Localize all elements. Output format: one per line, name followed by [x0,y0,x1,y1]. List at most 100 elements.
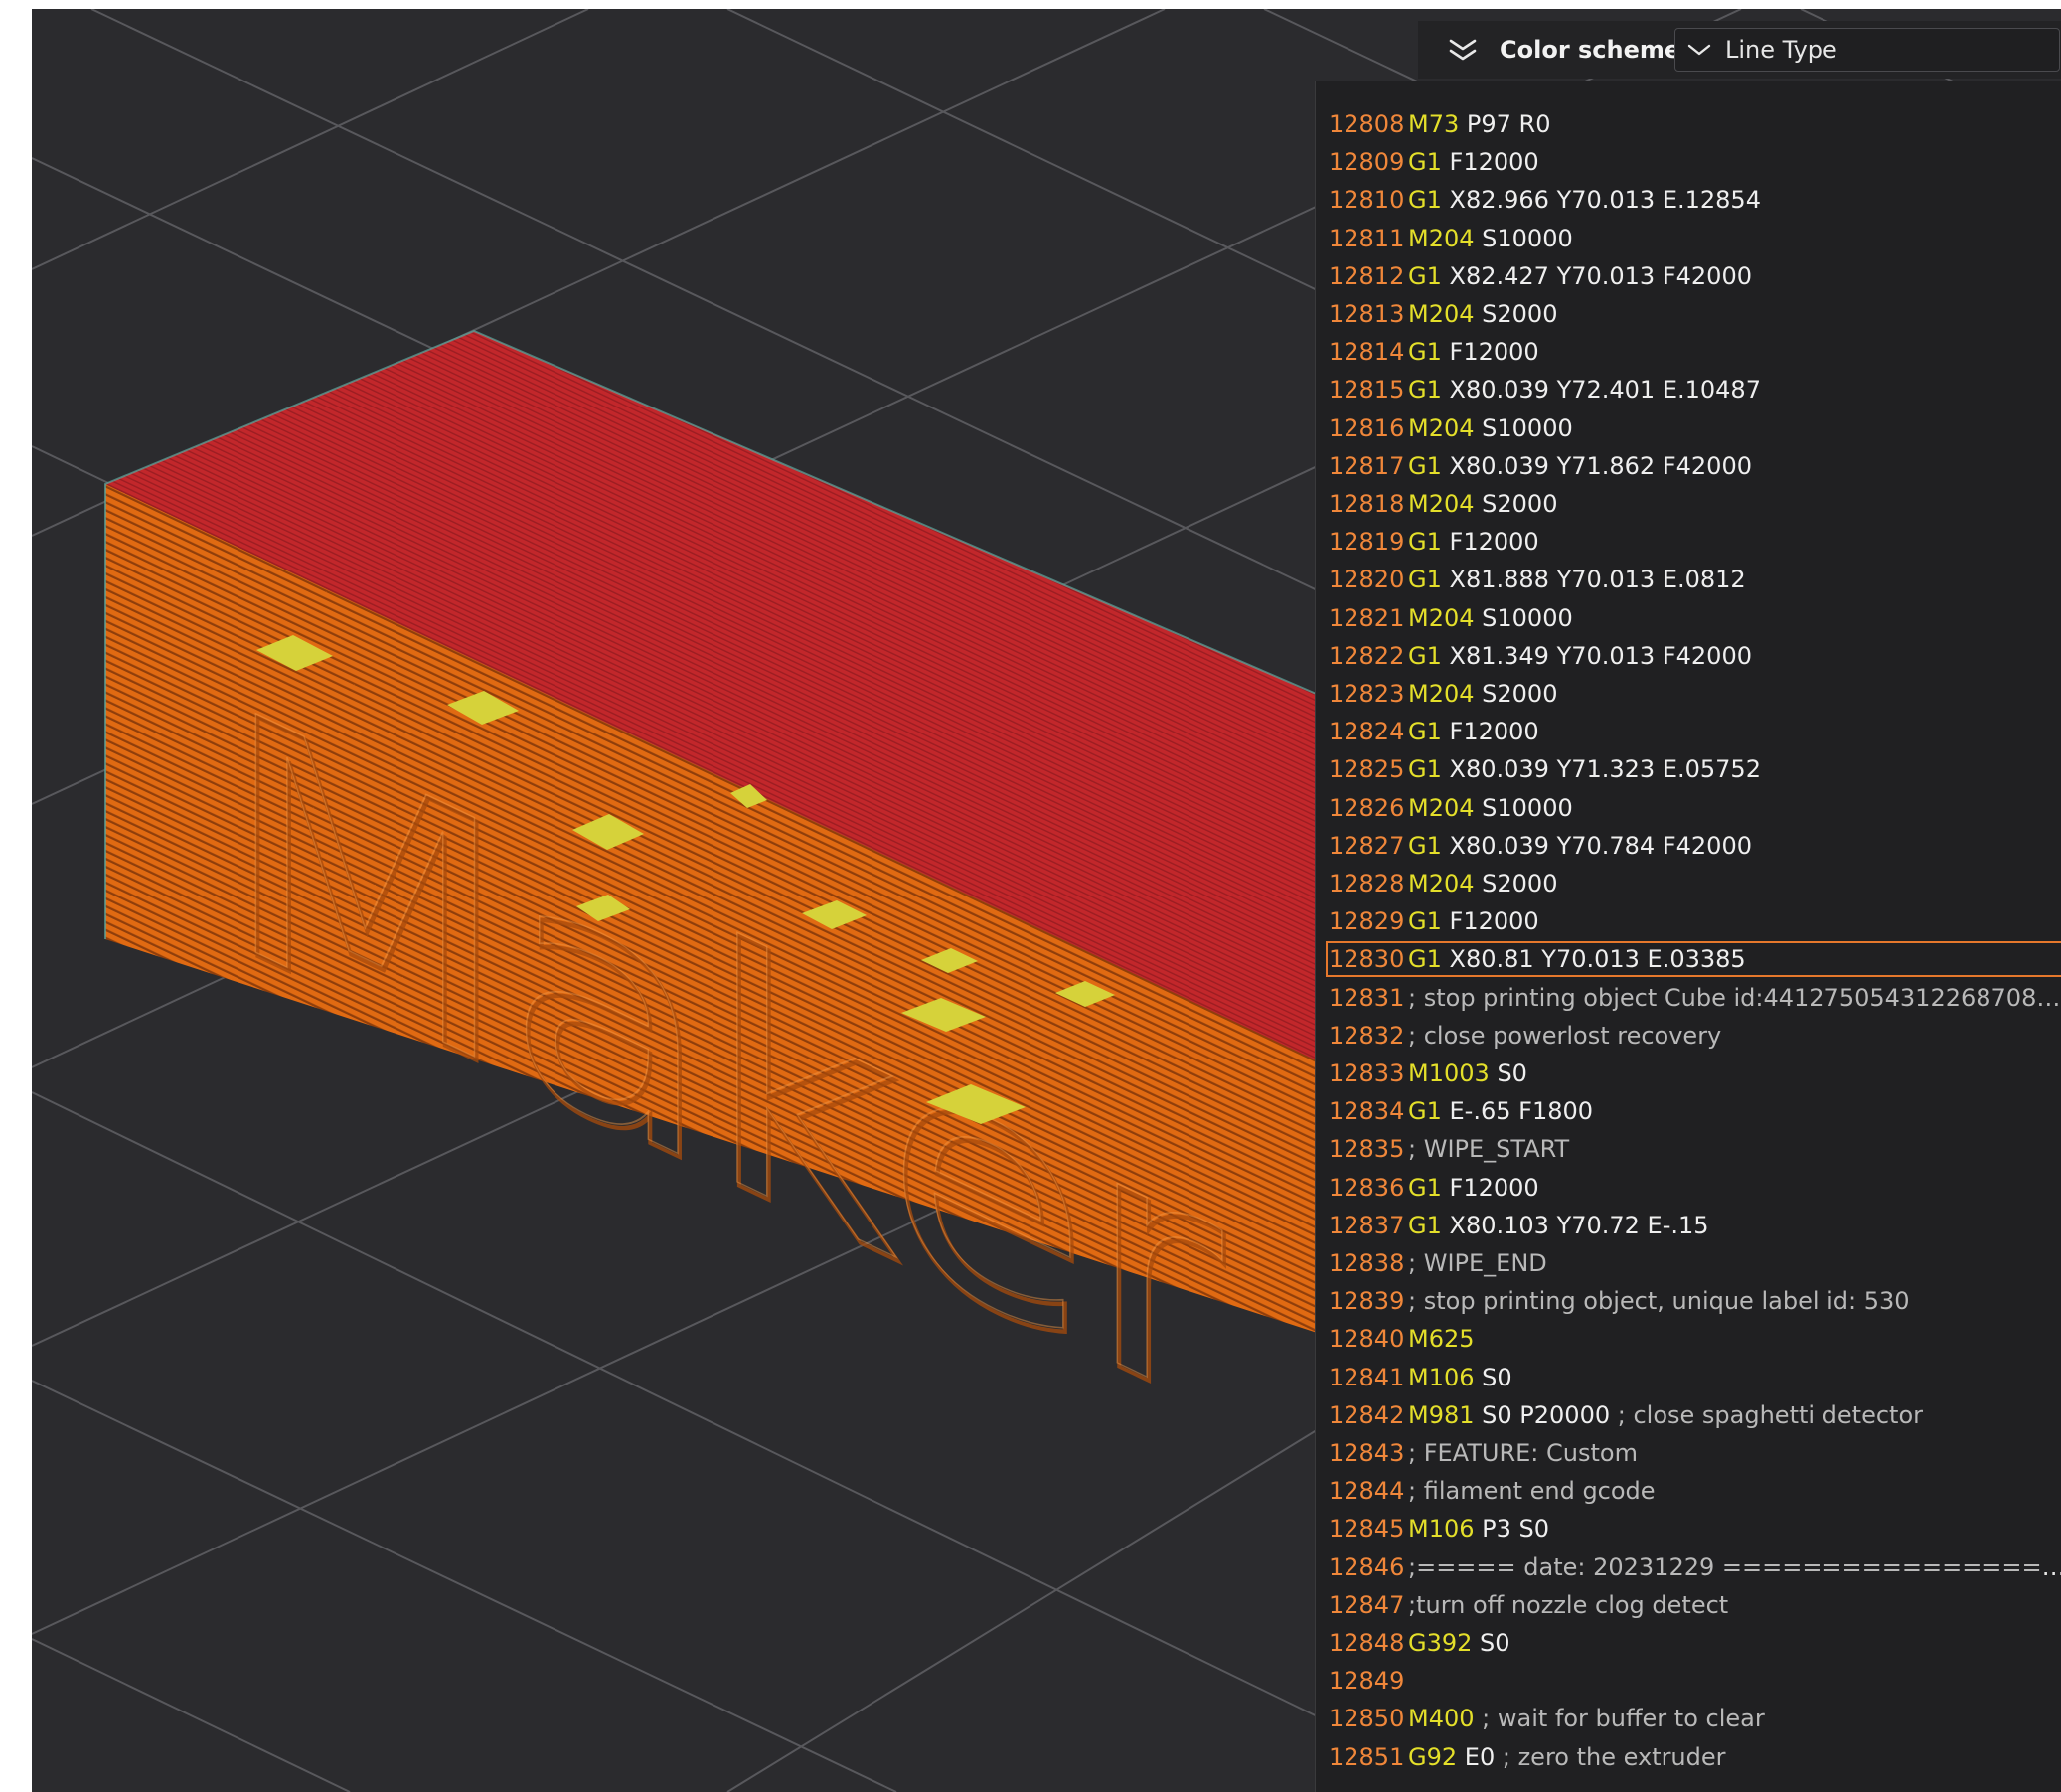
3d-preview-viewport[interactable]: Maker Maker Color scheme Line Type 12808… [32,9,2061,1792]
color-scheme-label: Color scheme [1500,36,1681,64]
gcode-comment: ;turn off nozzle clog detect [1408,1590,1729,1619]
gcode-arguments: F12000 [1449,528,1539,557]
gcode-line-number: 12831 [1329,983,1405,1012]
collapse-button[interactable] [1446,33,1480,67]
gcode-line[interactable]: 12825 G1 X80.039 Y71.323 E.05752 [1326,751,2061,787]
gcode-line[interactable]: 12821 M204 S10000 [1326,600,2061,636]
gcode-line[interactable]: 12814 G1 F12000 [1326,334,2061,370]
gcode-command: M204 [1408,793,1475,822]
gcode-arguments: S2000 [1482,300,1558,328]
gcode-line[interactable]: 12842 M981 S0 P20000 ; close spaghetti de… [1326,1397,2061,1433]
gcode-line-number: 12817 [1329,451,1405,480]
gcode-arguments: S10000 [1482,413,1573,442]
gcode-command: G92 [1408,1742,1458,1771]
gcode-arguments: X80.039 Y72.401 E.10487 [1449,376,1761,405]
gcode-line[interactable]: 12846 ;===== date: 20231229 =============… [1326,1549,2061,1585]
gcode-command: G1 [1408,945,1442,974]
gcode-command: M204 [1408,680,1475,708]
gcode-command: M73 [1408,110,1460,138]
gcode-line[interactable]: 12808 M73 P97 R0 [1326,106,2061,142]
gcode-comment: ; close powerlost recovery [1408,1021,1722,1050]
gcode-line[interactable]: 12827 G1 X80.039 Y70.784 F42000 [1326,828,2061,864]
gcode-arguments: S0 [1480,1629,1510,1657]
gcode-line[interactable]: 12848 G392 S0 [1326,1625,2061,1661]
gcode-arguments: S0 P20000 [1482,1400,1611,1429]
gcode-command: G1 [1408,376,1442,405]
gcode-comment: ; filament end gcode [1408,1477,1656,1506]
gcode-line-number: 12850 [1329,1705,1405,1733]
gcode-line[interactable]: 12820 G1 X81.888 Y70.013 E.0812 [1326,562,2061,597]
gcode-line-number: 12834 [1329,1097,1405,1126]
gcode-line[interactable]: 12832; close powerlost recovery [1326,1018,2061,1054]
gcode-line-number: 12809 [1329,148,1405,177]
gcode-comment: ; stop printing object Cube id:441275054… [1408,983,2061,1012]
gcode-command: M204 [1408,870,1475,897]
gcode-line[interactable]: 12836 G1 F12000 [1326,1170,2061,1206]
gcode-line[interactable]: 12843; FEATURE: Custom [1326,1435,2061,1471]
gcode-line[interactable]: 12829 G1 F12000 [1326,903,2061,939]
gcode-line[interactable]: 12818 M204 S2000 [1326,486,2061,522]
gcode-line[interactable]: 12809 G1 F12000 [1326,144,2061,180]
gcode-line[interactable]: 12819 G1 F12000 [1326,524,2061,560]
gcode-command: G1 [1408,1097,1442,1126]
gcode-line[interactable]: 12850 M400 ; wait for buffer to clear [1326,1701,2061,1736]
gcode-line[interactable]: 12835; WIPE_START [1326,1131,2061,1167]
gcode-line[interactable]: 12823 M204 S2000 [1326,676,2061,712]
chevron-down-icon [1687,44,1711,56]
gcode-command: M400 [1408,1705,1475,1733]
gcode-line[interactable]: 12828 M204 S2000 [1326,866,2061,901]
gcode-line-number: 12842 [1329,1400,1405,1429]
gcode-line[interactable]: 12851 G92 E0 ; zero the extruder [1326,1739,2061,1775]
gcode-line-number: 12812 [1329,261,1405,290]
gcode-arguments: S0 [1482,1363,1512,1391]
gcode-line[interactable]: 12812 G1 X82.427 Y70.013 F42000 [1326,258,2061,294]
gcode-line[interactable]: 12831; stop printing object Cube id:4412… [1326,980,2061,1016]
gcode-command: M204 [1408,224,1475,252]
gcode-line-number: 12826 [1329,793,1405,822]
gcode-line-number: 12823 [1329,680,1405,708]
gcode-line[interactable]: 12811 M204 S10000 [1326,221,2061,256]
gcode-line[interactable]: 12849 [1326,1663,2061,1699]
gcode-line[interactable]: 12826 M204 S10000 [1326,790,2061,826]
gcode-command: G1 [1408,566,1442,594]
gcode-line[interactable]: 12838; WIPE_END [1326,1245,2061,1281]
gcode-line[interactable]: 12837 G1 X80.103 Y70.72 E-.15 [1326,1208,2061,1243]
gcode-command: M204 [1408,413,1475,442]
gcode-line[interactable]: 12813 M204 S2000 [1326,296,2061,332]
gcode-comment: ; close spaghetti detector [1617,1400,1924,1429]
gcode-arguments: S0 [1497,1059,1527,1087]
gcode-command: G1 [1408,148,1442,177]
gcode-line[interactable]: 12847 ;turn off nozzle clog detect [1326,1587,2061,1623]
gcode-command: G1 [1408,528,1442,557]
gcode-line-number: 12808 [1329,110,1405,138]
gcode-arguments: X82.427 Y70.013 F42000 [1449,261,1752,290]
gcode-line[interactable]: 12817 G1 X80.039 Y71.862 F42000 [1326,448,2061,484]
gcode-line[interactable]: 12845 M106 P3 S0 [1326,1511,2061,1547]
gcode-line[interactable]: 12824 G1 F12000 [1326,714,2061,749]
color-scheme-dropdown[interactable]: Line Type [1674,28,2060,72]
gcode-line-number: 12841 [1329,1363,1405,1391]
gcode-line[interactable]: 12841 M106 S0 [1326,1360,2061,1395]
gcode-line-number: 12832 [1329,1021,1405,1050]
gcode-comment: ; WIPE_END [1408,1249,1547,1277]
gcode-command: G1 [1408,831,1442,860]
gcode-arguments: E0 [1464,1742,1496,1771]
gcode-line-number: 12840 [1329,1325,1405,1354]
double-chevron-down-icon [1449,39,1477,61]
gcode-viewer-panel[interactable]: 12808 M73 P97 R0 12809 G1 F12000 12810 G1 X… [1315,81,2061,1792]
gcode-line[interactable]: 12810 G1 X82.966 Y70.013 E.12854 [1326,182,2061,218]
gcode-line[interactable]: 12839; stop printing object, unique labe… [1326,1283,2061,1319]
gcode-command: G1 [1408,186,1442,215]
gcode-line[interactable]: 12816 M204 S10000 [1326,410,2061,446]
gcode-line[interactable]: 12833 M1003 S0 [1326,1056,2061,1091]
gcode-comment: ; stop printing object, unique label id:… [1408,1287,1910,1316]
gcode-line[interactable]: 12834 G1 E-.65 F1800 [1326,1093,2061,1129]
gcode-line[interactable]: 12815 G1 X80.039 Y72.401 E.10487 [1326,372,2061,407]
gcode-line-current[interactable]: 12830 G1 X80.81 Y70.013 E.03385 [1326,941,2061,978]
gcode-line[interactable]: 12840 M625 [1326,1321,2061,1357]
gcode-line[interactable]: 12844; filament end gcode [1326,1473,2061,1509]
gcode-line-number: 12839 [1329,1287,1405,1316]
gcode-comment: ; wait for buffer to clear [1482,1705,1765,1733]
gcode-line-number: 12851 [1329,1742,1405,1771]
gcode-line[interactable]: 12822 G1 X81.349 Y70.013 F42000 [1326,638,2061,674]
